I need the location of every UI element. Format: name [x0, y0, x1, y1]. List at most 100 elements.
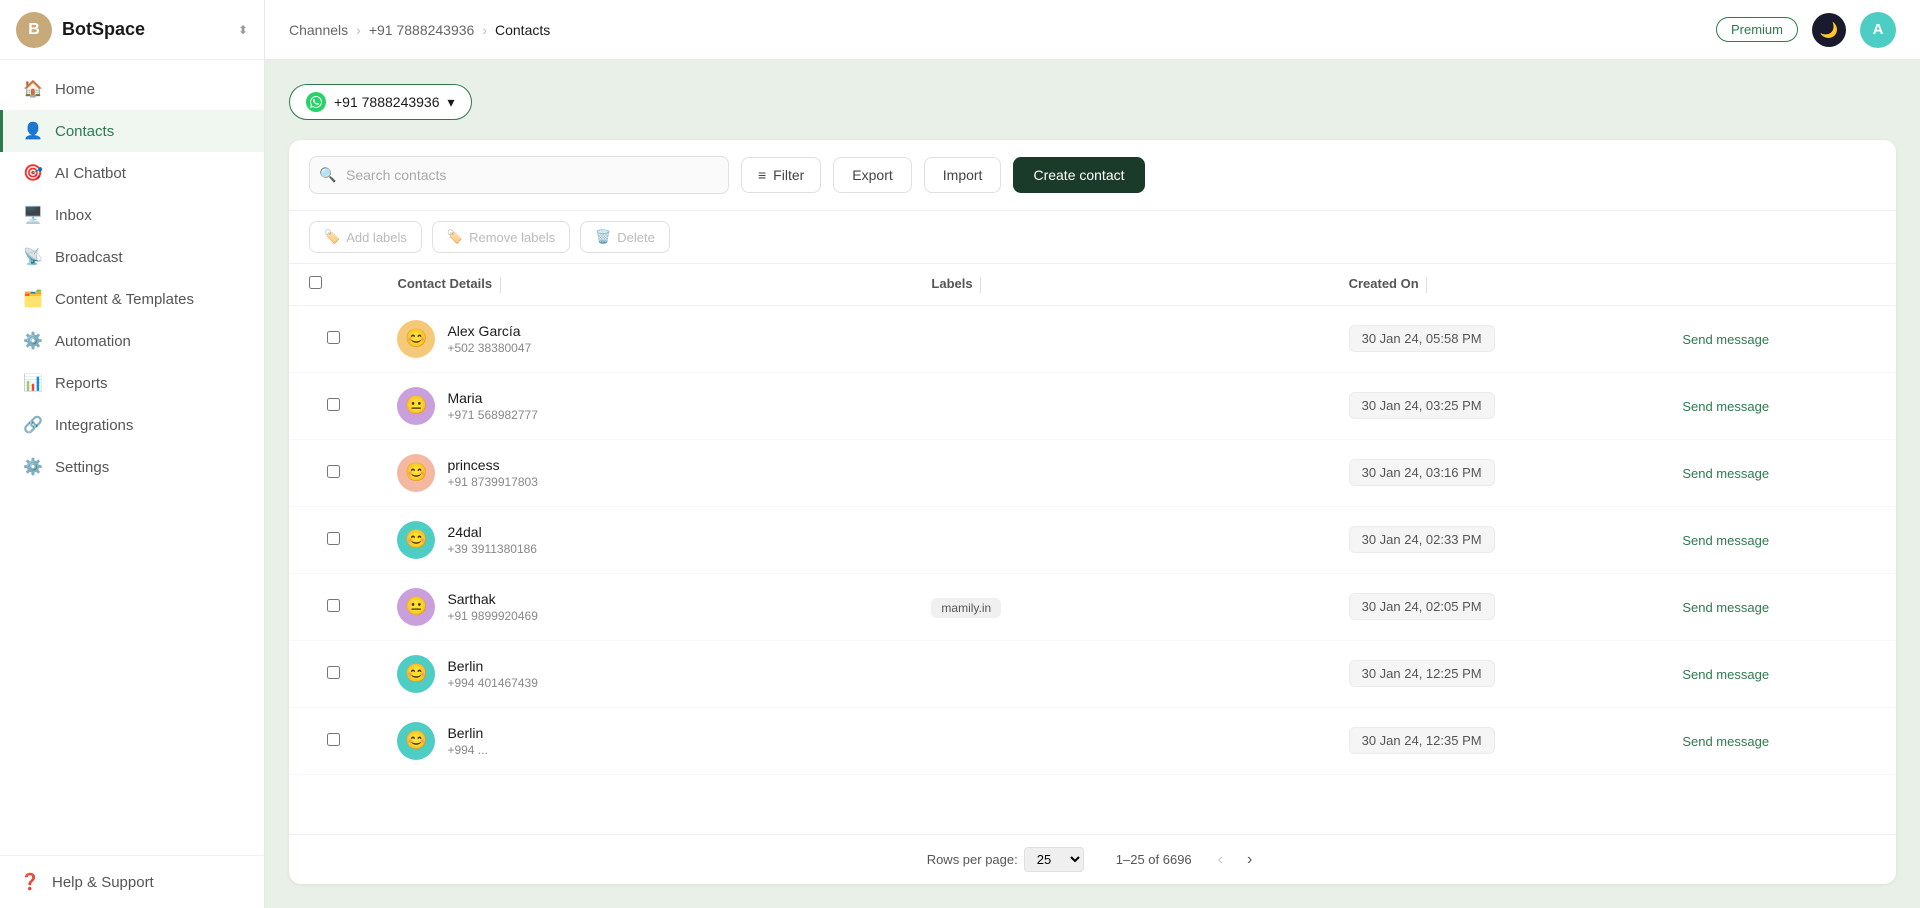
ai-chatbot-icon: 🎯: [23, 163, 43, 183]
help-label: Help & Support: [52, 874, 154, 891]
contact-name-1: Maria: [447, 390, 537, 406]
send-message-link-1[interactable]: Send message: [1682, 399, 1769, 414]
user-avatar[interactable]: A: [1860, 12, 1896, 48]
sidebar-item-settings[interactable]: ⚙️ Settings: [0, 446, 264, 488]
breadcrumb-phone[interactable]: +91 7888243936: [369, 22, 475, 38]
contact-info-0: Alex García +502 38380047: [447, 323, 531, 355]
sidebar-item-automation[interactable]: ⚙️ Automation: [0, 320, 264, 362]
prev-page-button[interactable]: ‹: [1212, 849, 1229, 871]
send-message-link-4[interactable]: Send message: [1682, 600, 1769, 615]
contact-created-3: 30 Jan 24, 02:33 PM: [1349, 526, 1495, 553]
col-header-contact-details: Contact Details: [397, 276, 492, 291]
delete-button[interactable]: 🗑️ Delete: [580, 221, 670, 253]
sidebar-item-reports[interactable]: 📊 Reports: [0, 362, 264, 404]
contact-phone-4: +91 9899920469: [447, 609, 537, 623]
sidebar-item-home[interactable]: 🏠 Home: [0, 68, 264, 110]
rows-per-page-select[interactable]: 25 50 100: [1024, 847, 1084, 872]
contact-name-3: 24dal: [447, 524, 537, 540]
table-row: 😊 Berlin +994 ... 30 Jan 24, 12:35 PM Se…: [289, 707, 1896, 774]
search-input[interactable]: [309, 156, 729, 194]
next-page-button[interactable]: ›: [1241, 849, 1258, 871]
contact-info-3: 24dal +39 3911380186: [447, 524, 537, 556]
row-checkbox-3[interactable]: [327, 532, 340, 545]
sidebar-item-ai-chatbot[interactable]: 🎯 AI Chatbot: [0, 152, 264, 194]
row-checkbox-1[interactable]: [327, 398, 340, 411]
topbar: Channels › +91 7888243936 › Contacts Pre…: [265, 0, 1920, 60]
page-range-info: 1–25 of 6696: [1116, 852, 1192, 867]
send-message-link-6[interactable]: Send message: [1682, 734, 1769, 749]
contact-avatar-4: 😐: [397, 588, 435, 626]
contact-label-4: mamily.in: [931, 598, 1001, 618]
breadcrumb-contacts: Contacts: [495, 22, 550, 38]
row-checkbox-2[interactable]: [327, 465, 340, 478]
trash-icon: 🗑️: [595, 229, 611, 245]
send-message-link-2[interactable]: Send message: [1682, 466, 1769, 481]
sidebar-item-label-settings: Settings: [55, 459, 109, 476]
contact-phone-2: +91 8739917803: [447, 475, 537, 489]
send-message-link-5[interactable]: Send message: [1682, 667, 1769, 682]
contact-info-1: Maria +971 568982777: [447, 390, 537, 422]
home-icon: 🏠: [23, 79, 43, 99]
premium-badge[interactable]: Premium: [1716, 17, 1798, 42]
dark-mode-button[interactable]: 🌙: [1812, 13, 1846, 47]
sidebar-item-label-ai-chatbot: AI Chatbot: [55, 165, 126, 182]
table-row: 😊 princess +91 8739917803 30 Jan 24, 03:…: [289, 439, 1896, 506]
help-support-item[interactable]: ❓ Help & Support: [20, 872, 244, 892]
contact-created-0: 30 Jan 24, 05:58 PM: [1349, 325, 1495, 352]
table-row: 😊 24dal +39 3911380186 30 Jan 24, 02:33 …: [289, 506, 1896, 573]
help-icon: ❓: [20, 872, 40, 892]
contact-info-5: Berlin +994 401467439: [447, 658, 537, 690]
sidebar-item-broadcast[interactable]: 📡 Broadcast: [0, 236, 264, 278]
row-checkbox-4[interactable]: [327, 599, 340, 612]
col-header-labels: Labels: [931, 276, 972, 291]
send-message-link-3[interactable]: Send message: [1682, 533, 1769, 548]
sidebar-item-content-templates[interactable]: 🗂️ Content & Templates: [0, 278, 264, 320]
settings-icon: ⚙️: [23, 457, 43, 477]
contact-avatar-2: 😊: [397, 454, 435, 492]
contact-created-1: 30 Jan 24, 03:25 PM: [1349, 392, 1495, 419]
search-input-wrap: 🔍: [309, 156, 729, 194]
breadcrumb-sep-2: ›: [482, 22, 487, 38]
sidebar-item-label-integrations: Integrations: [55, 417, 133, 434]
topbar-right: Premium 🌙 A: [1716, 12, 1896, 48]
export-button[interactable]: Export: [833, 157, 911, 193]
row-checkbox-6[interactable]: [327, 733, 340, 746]
send-message-link-0[interactable]: Send message: [1682, 332, 1769, 347]
create-contact-button[interactable]: Create contact: [1013, 157, 1144, 193]
contacts-table-wrap: Contact Details Labels Created On: [289, 264, 1896, 834]
label-icon: 🏷️: [324, 229, 340, 245]
pagination-bar: Rows per page: 25 50 100 1–25 of 6696 ‹ …: [289, 834, 1896, 884]
contact-phone-3: +39 3911380186: [447, 542, 537, 556]
table-row: 😊 Berlin +994 401467439 30 Jan 24, 12:25…: [289, 640, 1896, 707]
integrations-icon: 🔗: [23, 415, 43, 435]
import-button[interactable]: Import: [924, 157, 1002, 193]
select-all-checkbox[interactable]: [309, 276, 322, 289]
contact-info-2: princess +91 8739917803: [447, 457, 537, 489]
contact-phone-1: +971 568982777: [447, 408, 537, 422]
breadcrumb-channels[interactable]: Channels: [289, 22, 348, 38]
sidebar-header: B BotSpace ⬍: [0, 0, 264, 60]
sidebar-item-inbox[interactable]: 🖥️ Inbox: [0, 194, 264, 236]
channel-selector[interactable]: +91 7888243936 ▾: [289, 84, 472, 120]
label-actions-bar: 🏷️ Add labels 🏷️ Remove labels 🗑️ Delete: [289, 211, 1896, 264]
whatsapp-icon: [306, 92, 326, 112]
sidebar-item-integrations[interactable]: 🔗 Integrations: [0, 404, 264, 446]
contact-info-6: Berlin +994 ...: [447, 725, 487, 757]
row-checkbox-5[interactable]: [327, 666, 340, 679]
contact-avatar-5: 😊: [397, 655, 435, 693]
row-checkbox-0[interactable]: [327, 331, 340, 344]
remove-labels-button[interactable]: 🏷️ Remove labels: [432, 221, 570, 253]
search-icon: 🔍: [319, 167, 336, 184]
contact-created-2: 30 Jan 24, 03:16 PM: [1349, 459, 1495, 486]
contact-name-5: Berlin: [447, 658, 537, 674]
contact-phone-6: +994 ...: [447, 743, 487, 757]
sidebar-item-label-home: Home: [55, 81, 95, 98]
sidebar-item-contacts[interactable]: 👤 Contacts: [0, 110, 264, 152]
filter-button[interactable]: ≡ Filter: [741, 157, 821, 193]
logo-circle: B: [16, 12, 52, 48]
sidebar-toggle[interactable]: ⬍: [238, 23, 248, 37]
add-labels-button[interactable]: 🏷️ Add labels: [309, 221, 422, 253]
contact-info-4: Sarthak +91 9899920469: [447, 591, 537, 623]
sidebar-item-label-automation: Automation: [55, 333, 131, 350]
contact-name-2: princess: [447, 457, 537, 473]
